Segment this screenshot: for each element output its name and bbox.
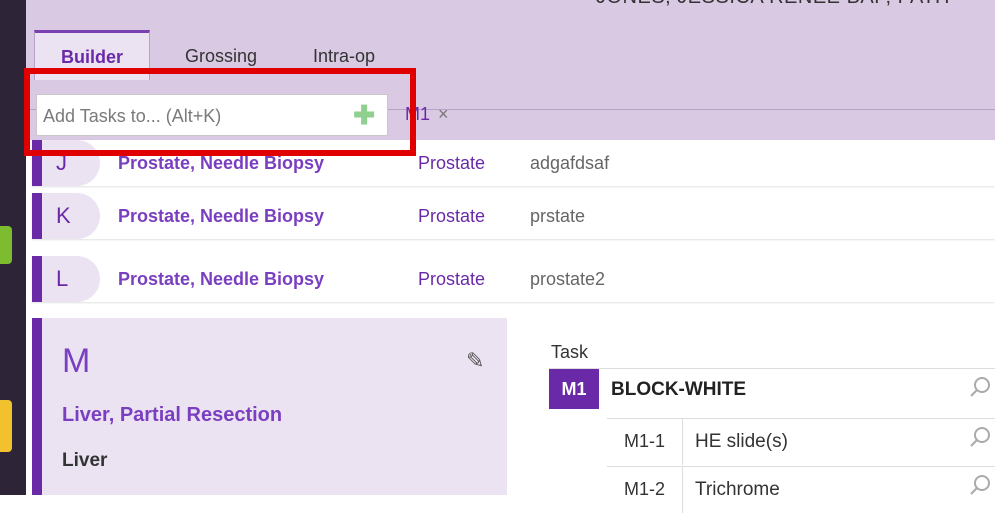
specimen-row-k[interactable]: K Prostate, Needle Biopsy Prostate prsta… — [32, 193, 995, 239]
task-name: HE slide(s) — [695, 431, 788, 452]
search-icon[interactable] — [969, 425, 993, 449]
specimen-letter: L — [56, 266, 69, 291]
add-tasks-input[interactable] — [41, 103, 345, 129]
specimen-description: prstate — [530, 206, 586, 226]
task-id: M1-1 — [607, 419, 683, 465]
task-id-badge: M1 — [549, 369, 599, 409]
specimen-letter-badge: K — [42, 193, 100, 239]
selected-specimen-name[interactable]: Liver, Partial Resection — [62, 404, 282, 427]
rail-tab-green[interactable] — [0, 226, 12, 264]
task-name: BLOCK-WHITE — [611, 379, 747, 400]
selected-specimen-organ: Liver — [62, 450, 108, 471]
specimen-letter: J — [56, 150, 67, 175]
tab-grossing[interactable]: Grossing — [166, 30, 276, 80]
specimen-letter: K — [56, 203, 71, 228]
task-row-main[interactable]: M1 BLOCK-WHITE — [549, 368, 995, 410]
tab-intra-op[interactable]: Intra-op — [294, 30, 394, 80]
task-area: Task M1 BLOCK-WHITE M1-1 HE slide(s) M1-… — [507, 318, 995, 513]
specimen-description: prostate2 — [530, 269, 606, 289]
task-row-sub[interactable]: M1-1 HE slide(s) — [607, 418, 995, 465]
specimen-row-l[interactable]: L Prostate, Needle Biopsy Prostate prost… — [32, 256, 995, 302]
specimen-description: adgafdsaf — [530, 153, 610, 173]
tab-builder[interactable]: Builder — [34, 30, 150, 80]
tab-bar: Builder Grossing Intra-op — [26, 30, 995, 110]
patient-name: JONES, JESSICA RENEE BAP, PATH — [596, 0, 950, 9]
specimen-organ: Prostate — [418, 153, 486, 173]
add-tasks-field[interactable]: ✚ — [36, 94, 388, 136]
specimen-name[interactable]: Prostate, Needle Biopsy — [118, 269, 324, 290]
pencil-icon[interactable]: ✎ — [466, 348, 484, 374]
left-rail — [0, 0, 26, 495]
selected-specimen-panel: M ✎ Liver, Partial Resection Liver — [32, 318, 507, 495]
task-chip-m1[interactable]: M1 × — [405, 104, 449, 125]
specimen-name[interactable]: Prostate, Needle Biopsy — [118, 206, 324, 227]
specimen-row-j[interactable]: J Prostate, Needle Biopsy Prostate adgaf… — [32, 140, 995, 186]
selected-specimen-letter: M — [62, 342, 91, 380]
specimen-letter-badge: L — [42, 256, 100, 302]
specimen-organ: Prostate — [418, 206, 486, 226]
task-name: Trichrome — [695, 479, 780, 500]
chip-label: M1 — [405, 104, 431, 124]
specimen-name[interactable]: Prostate, Needle Biopsy — [118, 153, 324, 174]
task-id: M1-2 — [607, 467, 683, 513]
close-icon[interactable]: × — [438, 104, 449, 124]
search-icon[interactable] — [969, 473, 993, 497]
task-header: Task — [551, 342, 589, 362]
task-row-sub[interactable]: M1-2 Trichrome — [607, 466, 995, 513]
rail-tab-yellow[interactable] — [0, 400, 12, 452]
plus-icon[interactable]: ✚ — [353, 101, 375, 129]
search-icon[interactable] — [969, 375, 993, 399]
specimen-organ: Prostate — [418, 269, 486, 289]
specimen-letter-badge: J — [42, 140, 100, 186]
